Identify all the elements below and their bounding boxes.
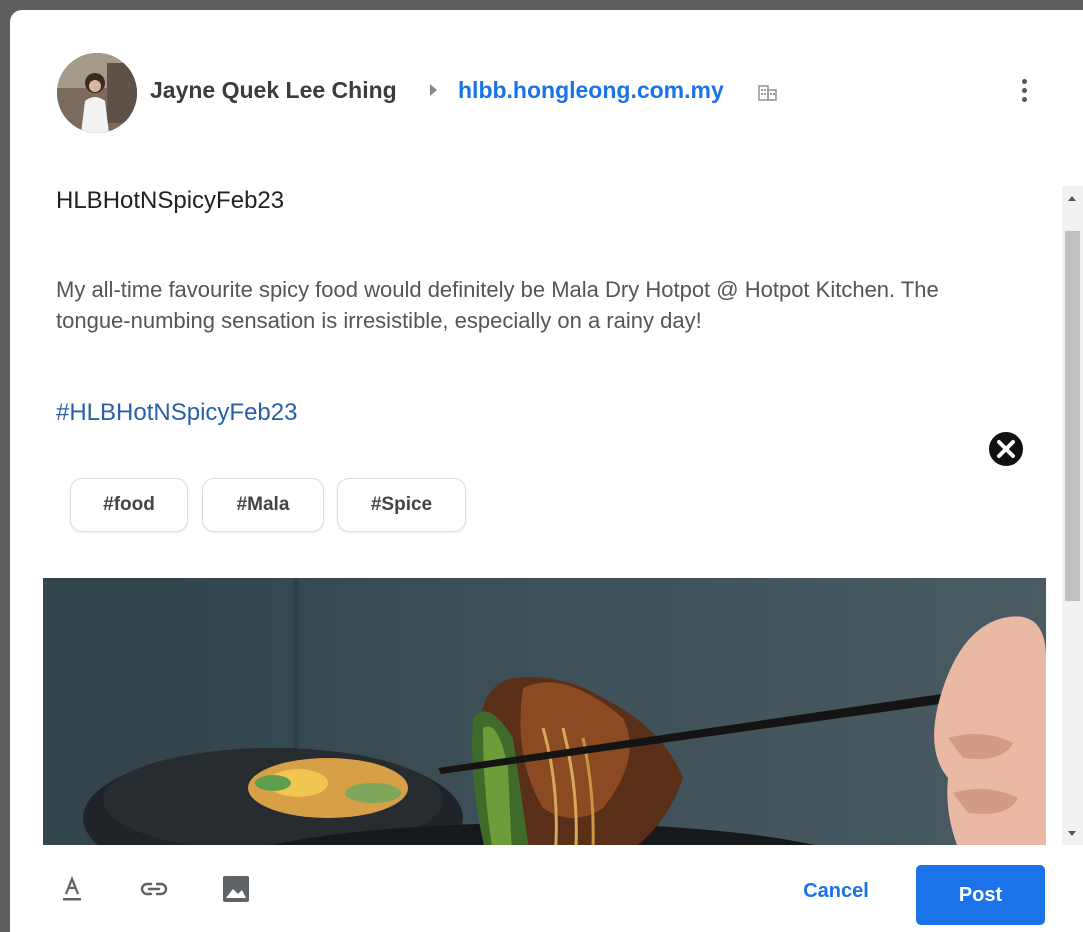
hashtag-chip-mala[interactable]: #Mala [202,478,324,532]
scrollbar[interactable] [1062,186,1083,846]
building-icon [758,85,777,101]
hashtag-chip-food[interactable]: #food [70,478,188,532]
scroll-thumb[interactable] [1065,231,1080,601]
attached-photo [43,578,1046,845]
cancel-button[interactable]: Cancel [790,870,882,912]
scroll-up-icon[interactable] [1068,196,1076,201]
caret-right-icon [430,84,437,96]
scroll-down-icon[interactable] [1068,831,1076,836]
text-format-icon[interactable] [55,872,89,906]
image-icon[interactable] [219,872,253,906]
post-body[interactable]: My all-time favourite spicy food would d… [56,274,1006,336]
avatar [57,53,137,133]
more-options-icon[interactable] [1014,76,1034,108]
remove-photo-icon[interactable] [987,430,1025,468]
post-button[interactable]: Post [916,865,1045,925]
post-composer-dialog: Jayne Quek Lee Ching hlbb.hongleong.com.… [10,10,1083,932]
hashtag-chip-spice[interactable]: #Spice [337,478,466,532]
link-icon[interactable] [137,872,171,906]
post-title[interactable]: HLBHotNSpicyFeb23 [56,187,284,215]
target-page-link[interactable]: hlbb.hongleong.com.my [458,77,724,104]
composer-footer: Cancel Post [10,845,1083,932]
post-hashtag[interactable]: #HLBHotNSpicyFeb23 [56,399,297,427]
author-name: Jayne Quek Lee Ching [150,77,397,103]
post-content-area[interactable]: HLBHotNSpicyFeb23 My all-time favourite … [10,180,1060,845]
